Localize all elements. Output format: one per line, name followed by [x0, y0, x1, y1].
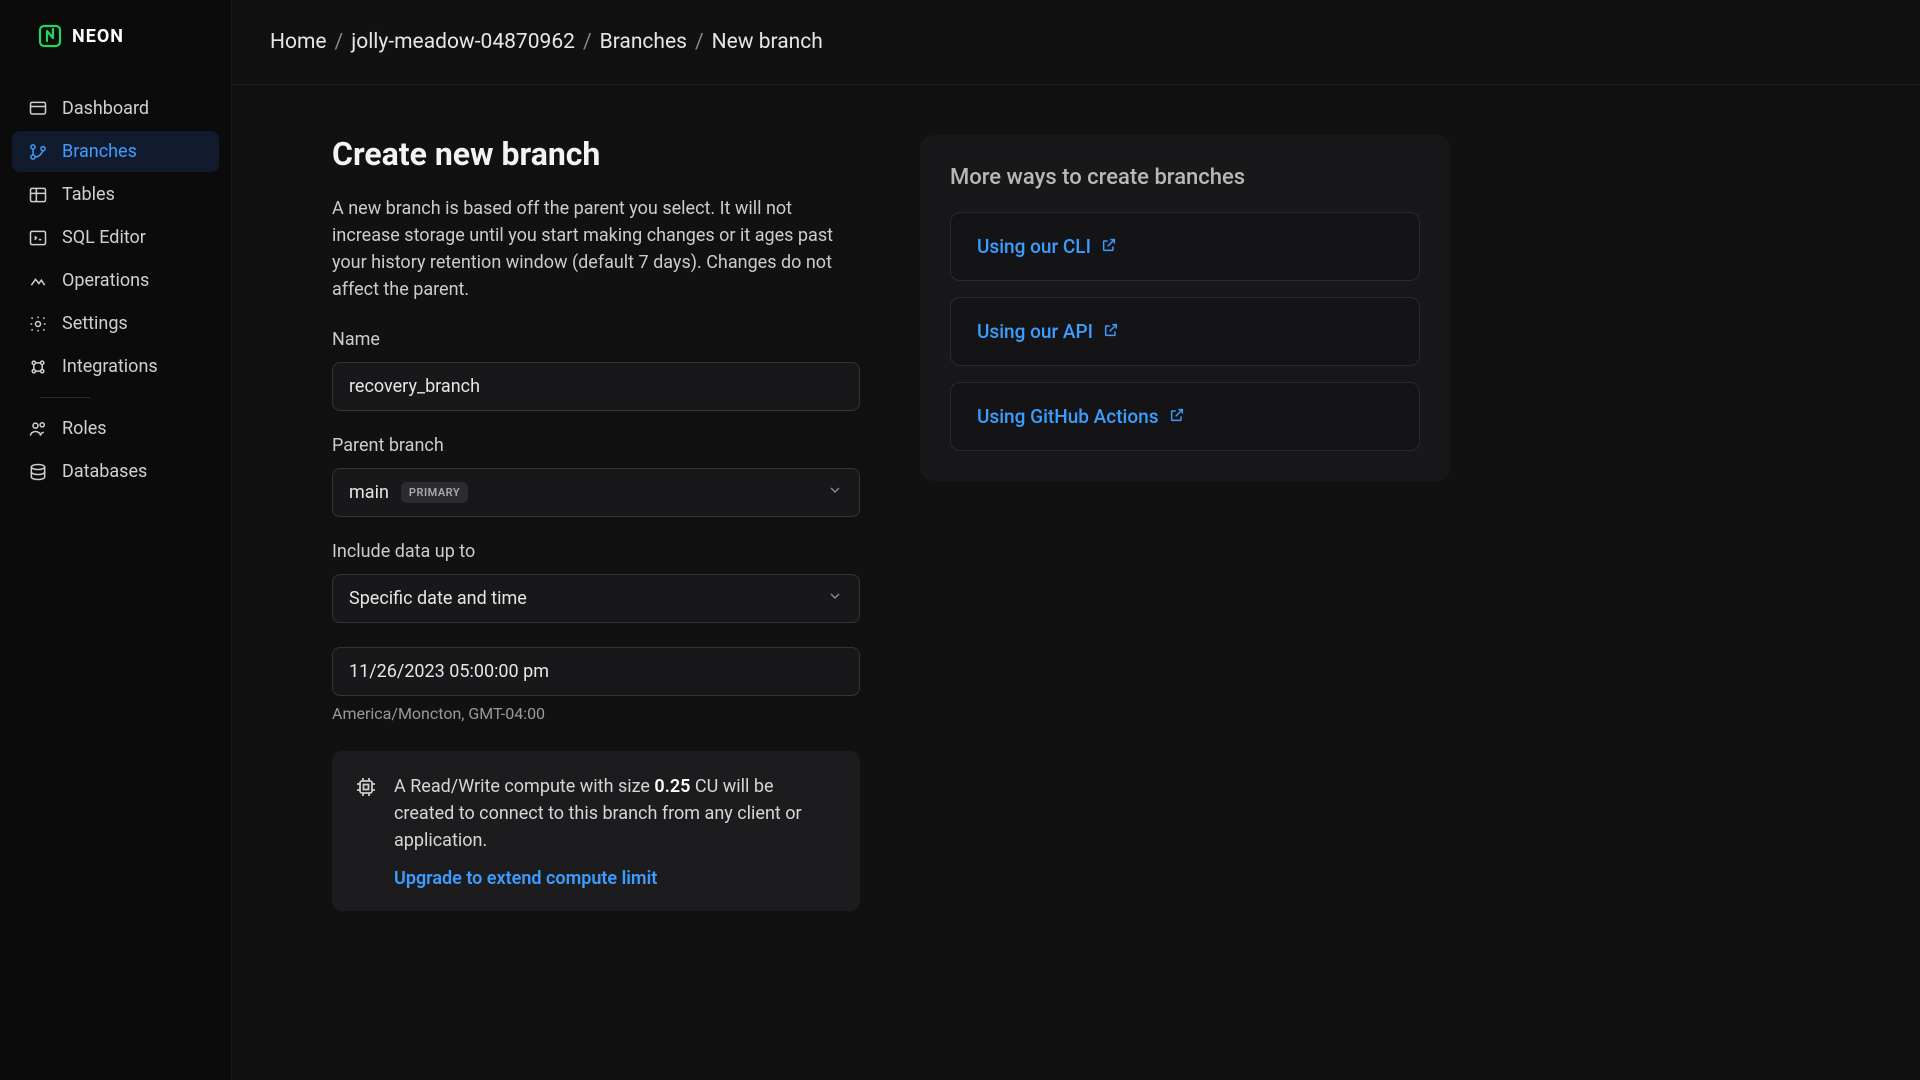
option-github-actions[interactable]: Using GitHub Actions: [950, 382, 1420, 451]
sidebar-item-label: Integrations: [62, 356, 158, 377]
breadcrumb-section[interactable]: Branches: [600, 30, 687, 54]
breadcrumb-separator: /: [695, 30, 704, 54]
nav-divider: [40, 397, 90, 398]
sidebar: NEON Dashboard Branches Tables SQL Edito…: [0, 0, 232, 1080]
sidebar-item-tables[interactable]: Tables: [12, 174, 219, 215]
roles-icon: [28, 419, 48, 439]
brand-name: NEON: [72, 26, 124, 47]
page-title: Create new branch: [332, 135, 860, 173]
sidebar-item-label: Settings: [62, 313, 128, 334]
sidebar-item-roles[interactable]: Roles: [12, 408, 219, 449]
primary-badge: PRIMARY: [401, 482, 468, 503]
upgrade-link[interactable]: Upgrade to extend compute limit: [394, 868, 657, 889]
include-data-value: Specific date and time: [349, 588, 527, 609]
compute-info-text: A Read/Write compute with size 0.25 CU w…: [394, 773, 838, 854]
include-data-select[interactable]: Specific date and time: [332, 574, 860, 623]
include-label: Include data up to: [332, 541, 860, 562]
breadcrumb: Home / jolly-meadow-04870962 / Branches …: [232, 0, 1920, 85]
breadcrumb-project[interactable]: jolly-meadow-04870962: [351, 30, 575, 54]
sidebar-item-sql-editor[interactable]: SQL Editor: [12, 217, 219, 258]
compute-size: 0.25: [654, 776, 690, 797]
option-label: Using GitHub Actions: [977, 405, 1159, 428]
option-label: Using our API: [977, 320, 1093, 343]
sidebar-item-label: Operations: [62, 270, 149, 291]
main: Home / jolly-meadow-04870962 / Branches …: [232, 0, 1920, 1080]
neon-logo-icon: [38, 24, 62, 48]
name-input-value: recovery_branch: [349, 376, 480, 397]
option-cli[interactable]: Using our CLI: [950, 212, 1420, 281]
breadcrumb-current: New branch: [712, 30, 823, 54]
sidebar-item-label: Tables: [62, 184, 115, 205]
breadcrumb-separator: /: [583, 30, 592, 54]
compute-info-box: A Read/Write compute with size 0.25 CU w…: [332, 751, 860, 911]
external-link-icon: [1169, 405, 1185, 428]
sidebar-item-settings[interactable]: Settings: [12, 303, 219, 344]
sidebar-item-branches[interactable]: Branches: [12, 131, 219, 172]
tables-icon: [28, 185, 48, 205]
datetime-value: 11/26/2023 05:00:00 pm: [349, 661, 549, 682]
more-ways-title: More ways to create branches: [950, 165, 1420, 190]
timezone-text: America/Moncton, GMT-04:00: [332, 704, 860, 723]
branch-icon: [28, 142, 48, 162]
name-label: Name: [332, 329, 860, 350]
external-link-icon: [1103, 320, 1119, 343]
chevron-down-icon: [827, 588, 843, 609]
datetime-input[interactable]: 11/26/2023 05:00:00 pm: [332, 647, 860, 696]
sidebar-item-label: Dashboard: [62, 98, 149, 119]
sidebar-item-operations[interactable]: Operations: [12, 260, 219, 301]
gear-icon: [28, 314, 48, 334]
nav: Dashboard Branches Tables SQL Editor Ope…: [0, 88, 231, 494]
brand-logo[interactable]: NEON: [0, 24, 231, 48]
integrations-icon: [28, 357, 48, 377]
form-column: Create new branch A new branch is based …: [332, 135, 860, 1040]
sidebar-item-dashboard[interactable]: Dashboard: [12, 88, 219, 129]
chevron-down-icon: [827, 482, 843, 503]
option-api[interactable]: Using our API: [950, 297, 1420, 366]
content: Create new branch A new branch is based …: [232, 85, 1920, 1080]
operations-icon: [28, 271, 48, 291]
external-link-icon: [1101, 235, 1117, 258]
sql-editor-icon: [28, 228, 48, 248]
side-panel: More ways to create branches Using our C…: [920, 135, 1450, 1040]
parent-label: Parent branch: [332, 435, 860, 456]
dashboard-icon: [28, 99, 48, 119]
form-description: A new branch is based off the parent you…: [332, 195, 860, 303]
database-icon: [28, 462, 48, 482]
sidebar-item-label: Databases: [62, 461, 147, 482]
parent-branch-select[interactable]: main PRIMARY: [332, 468, 860, 517]
breadcrumb-home[interactable]: Home: [270, 30, 327, 54]
cpu-icon: [354, 775, 378, 889]
option-label: Using our CLI: [977, 235, 1091, 258]
sidebar-item-label: Roles: [62, 418, 107, 439]
more-ways-card: More ways to create branches Using our C…: [920, 135, 1450, 481]
breadcrumb-separator: /: [335, 30, 344, 54]
sidebar-item-label: SQL Editor: [62, 227, 146, 248]
sidebar-item-label: Branches: [62, 141, 137, 162]
sidebar-item-databases[interactable]: Databases: [12, 451, 219, 492]
sidebar-item-integrations[interactable]: Integrations: [12, 346, 219, 387]
parent-branch-value: main: [349, 482, 389, 503]
name-input[interactable]: recovery_branch: [332, 362, 860, 411]
